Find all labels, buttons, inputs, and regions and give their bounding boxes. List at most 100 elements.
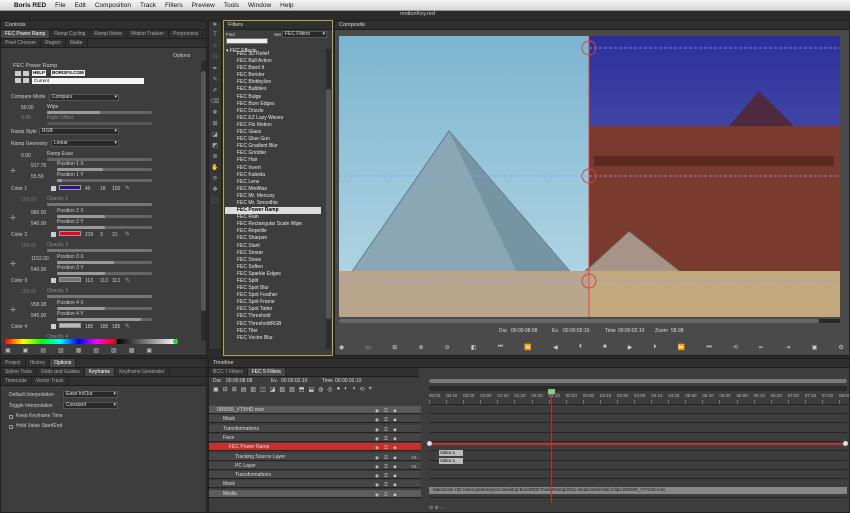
- filter-item[interactable]: FEC Spot Blur: [225, 285, 321, 292]
- ramp-ease-value[interactable]: 0.00: [21, 153, 31, 159]
- filter-item[interactable]: FEC Vector Blur: [225, 335, 321, 342]
- pos4y-slider[interactable]: [57, 318, 152, 321]
- tab-keyframe-generator[interactable]: Keyframe Generator: [115, 368, 170, 376]
- color2-swatch[interactable]: [59, 231, 81, 236]
- opacity1-slider[interactable]: [47, 203, 152, 206]
- crosshair-icon[interactable]: ✛: [10, 167, 16, 175]
- filter-item[interactable]: FEC EZ Lazy Waves: [225, 115, 321, 122]
- magnify-icon[interactable]: [23, 71, 29, 76]
- filters-scrollbar[interactable]: [326, 49, 331, 349]
- footer-icon-4[interactable]: ▥: [58, 347, 64, 355]
- grayscale-bar[interactable]: [117, 339, 177, 344]
- tab-grids-guides[interactable]: Grids and Guides: [37, 368, 85, 376]
- menu-file[interactable]: File: [55, 2, 65, 9]
- bucket-tool-icon[interactable]: ◪: [209, 131, 221, 142]
- lock-icon[interactable]: ⚿: [383, 454, 389, 460]
- timeline-track-area[interactable]: Video 1 Video 1 Macintosh HD:Users:peter…: [427, 406, 848, 501]
- filter-item[interactable]: FEC MiniMax: [225, 186, 321, 193]
- tab-ramp-cycling[interactable]: Ramp Cycling: [50, 30, 91, 38]
- key-icon[interactable]: ◆: [392, 463, 398, 469]
- eraser-tool-icon[interactable]: ⌫: [209, 98, 221, 109]
- tl-tool-7[interactable]: ◪: [270, 386, 276, 394]
- lock-icon[interactable]: ⚿: [383, 426, 389, 432]
- compare-mode-select[interactable]: Compare: [49, 94, 119, 101]
- filter-item[interactable]: FEC ThresholdRGB: [225, 321, 321, 328]
- color4-swatch[interactable]: [59, 323, 81, 328]
- tl-tool-8[interactable]: ▨: [279, 386, 285, 394]
- pos4x-value[interactable]: 958.28: [31, 302, 46, 308]
- clip-video1-a[interactable]: Video 1: [439, 450, 463, 456]
- arrow-tool-icon[interactable]: ➤: [209, 21, 221, 32]
- key-icon[interactable]: ◆: [392, 407, 398, 413]
- ramp-geometry-select[interactable]: Linear: [51, 140, 119, 147]
- timeline-zoom-thumb[interactable]: [429, 379, 847, 383]
- wipe-slider[interactable]: [47, 111, 152, 114]
- filter-item[interactable]: FEC Bulge: [225, 94, 321, 101]
- tab-bcc7-filters[interactable]: BCC 7 Filters: [209, 368, 248, 376]
- color3-toggle[interactable]: [51, 278, 56, 283]
- color1-b[interactable]: 150: [112, 186, 120, 192]
- crosshair-icon[interactable]: ✛: [10, 260, 16, 268]
- circle-tool-icon[interactable]: ○: [209, 43, 221, 54]
- controls-scrollbar[interactable]: [201, 61, 206, 341]
- color4-r[interactable]: 185: [85, 324, 93, 330]
- ramp-style-select[interactable]: RGB: [39, 128, 119, 135]
- filter-item[interactable]: FEC Mr. Smoothie: [225, 200, 321, 207]
- eye-icon[interactable]: ◉: [374, 463, 380, 469]
- filter-item[interactable]: FEC Rectangular Scale Wipe: [225, 221, 321, 228]
- filter-item[interactable]: FEC Spot Frame: [225, 299, 321, 306]
- track-row[interactable]: Media ◉ ⚿ ◆: [209, 489, 421, 498]
- pos3x-value[interactable]: 1152.00: [31, 256, 49, 262]
- tab-keyframe[interactable]: Keyframe: [84, 368, 116, 376]
- filter-item[interactable]: FEC Spot Tatter: [225, 306, 321, 313]
- color3-r[interactable]: 113: [85, 278, 93, 284]
- eyedropper-icon[interactable]: ✎: [125, 231, 130, 238]
- stop-icon[interactable]: ■: [603, 344, 607, 354]
- move-tool-icon[interactable]: ✥: [209, 186, 221, 197]
- crosshair-icon[interactable]: ✛: [10, 214, 16, 222]
- filter-item[interactable]: FEC Mr. Mercury: [225, 193, 321, 200]
- loop-icon[interactable]: ⟲: [733, 344, 738, 354]
- opacity3-value[interactable]: 100.00: [21, 289, 36, 295]
- filter-item[interactable]: FEC Burn Edges: [225, 101, 321, 108]
- tab-fec5-filters[interactable]: FEC 5 Filters: [247, 368, 286, 376]
- filter-item[interactable]: FEC Kaleida: [225, 172, 321, 179]
- filter-item[interactable]: FEC Griddler: [225, 150, 321, 157]
- track-row[interactable]: Transformations ◉ ⚿ ◆: [209, 424, 421, 433]
- step-forward-icon[interactable]: ⏩: [678, 344, 685, 354]
- goto-end-icon[interactable]: ⏭: [706, 344, 711, 354]
- borisfx-link[interactable]: BORISFX.COM: [51, 70, 85, 76]
- track-row[interactable]: Transformations ◉ ⚿ ◆: [209, 471, 421, 480]
- pos3y-value[interactable]: 540.00: [31, 267, 46, 273]
- filter-item[interactable]: FEC Band It: [225, 65, 321, 72]
- filter-item[interactable]: FEC Bubbles: [225, 86, 321, 93]
- track-row[interactable]: 000599_VTXHD.mov ◉ ⚿ ◆: [209, 406, 421, 414]
- stamp-tool-icon[interactable]: ⊞: [209, 120, 221, 131]
- pos2y-value[interactable]: 540.00: [31, 221, 46, 227]
- wipe-value[interactable]: 50.00: [21, 105, 34, 111]
- hold-value-checkbox[interactable]: [9, 425, 13, 429]
- filter-item[interactable]: FEC Lens: [225, 179, 321, 186]
- keyframe-start-marker[interactable]: [427, 441, 432, 446]
- filter-item[interactable]: FEC Bender: [225, 72, 321, 79]
- square-tool-icon[interactable]: □: [209, 54, 221, 65]
- lock-icon[interactable]: ⚿: [383, 472, 389, 478]
- opacity2-value[interactable]: 100.00: [21, 243, 36, 249]
- filter-item[interactable]: FEC Glue Gun: [225, 136, 321, 143]
- pos4x-slider[interactable]: [57, 307, 152, 310]
- tab-pixel-chooser[interactable]: Pixel Chooser: [1, 39, 42, 47]
- track-row[interactable]: PC Layer ◉ ⚿ ◆ V1: [209, 461, 421, 470]
- tl-tool-13[interactable]: ◎: [327, 386, 332, 394]
- composite-scrub-bar[interactable]: [339, 319, 840, 323]
- filter-item[interactable]: FEC Blobbylize: [225, 79, 321, 86]
- opacity3-slider[interactable]: [47, 295, 152, 298]
- eye-icon[interactable]: ◉: [374, 454, 380, 460]
- out-point-icon[interactable]: ⇥: [785, 344, 790, 354]
- filter-item[interactable]: FEC 3D Relief: [225, 51, 321, 58]
- help-button[interactable]: HELP: [32, 70, 47, 76]
- lock-icon[interactable]: ⚿: [383, 491, 389, 497]
- filter-item[interactable]: FEC Gradient Blur: [225, 143, 321, 150]
- composite-viewer[interactable]: [339, 36, 840, 317]
- default-interp-select[interactable]: Ease In/Out: [63, 391, 118, 398]
- zoom-in-icon[interactable]: ⊕: [418, 344, 423, 354]
